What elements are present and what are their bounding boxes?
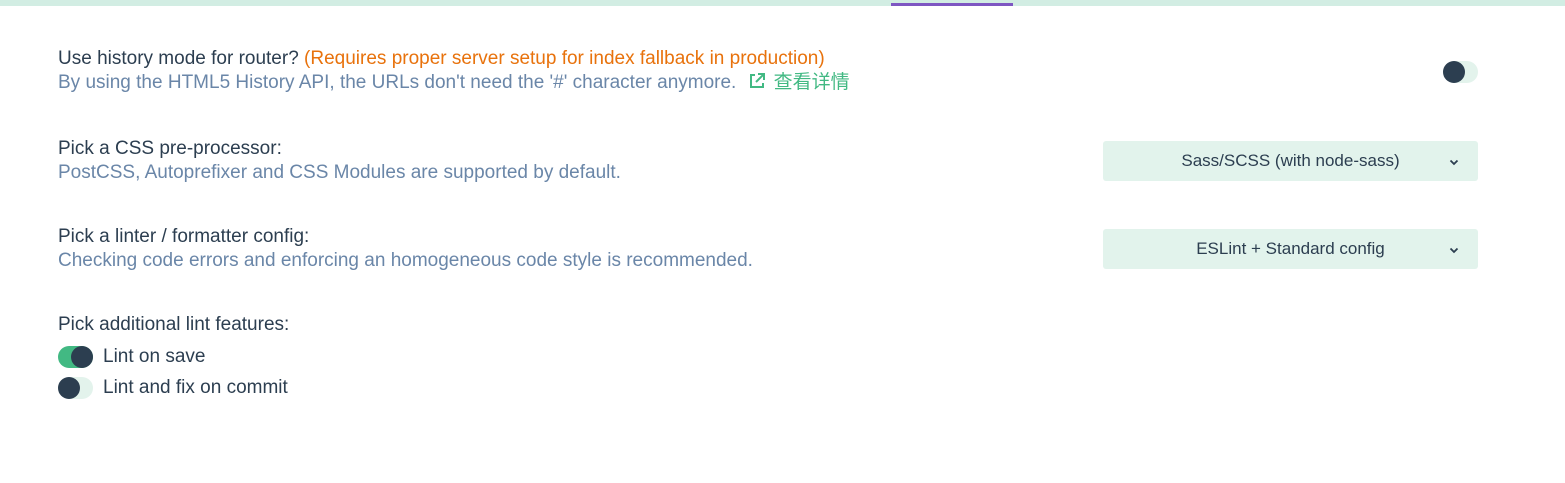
top-tab-bar xyxy=(0,0,1565,6)
lint-features-label: Pick additional lint features: xyxy=(58,314,290,335)
css-label: Pick a CSS pre-processor: xyxy=(58,138,282,159)
active-tab-indicator xyxy=(891,3,1013,6)
chevron-down-icon xyxy=(1448,243,1460,261)
feature-linter-info: Pick a linter / formatter config: Checki… xyxy=(58,225,753,273)
feature-history-description: By using the HTML5 History API, the URLs… xyxy=(58,71,850,97)
linter-label: Pick a linter / formatter config: xyxy=(58,226,310,247)
feature-lint-features: Pick additional lint features: Lint on s… xyxy=(58,313,1478,403)
linter-config-select[interactable]: ESLint + Standard config xyxy=(1103,229,1478,269)
feature-history-mode: Use history mode for router? (Requires p… xyxy=(58,47,1478,99)
history-label-text: Use history mode for router? xyxy=(58,48,299,69)
feature-history-info: Use history mode for router? (Requires p… xyxy=(58,47,850,97)
css-description: PostCSS, Autoprefixer and CSS Modules ar… xyxy=(58,162,621,183)
linter-description: Checking code errors and enforcing an ho… xyxy=(58,250,753,271)
lint-on-save-toggle[interactable] xyxy=(58,346,93,368)
toggle-knob xyxy=(58,377,80,399)
css-preprocessor-select[interactable]: Sass/SCSS (with node-sass) xyxy=(1103,141,1478,181)
feature-history-label: Use history mode for router? (Requires p… xyxy=(58,47,850,71)
external-link-icon xyxy=(748,72,766,97)
toggle-knob xyxy=(71,346,93,368)
lint-fix-on-commit-label: Lint and fix on commit xyxy=(103,377,288,398)
feature-linter-config: Pick a linter / formatter config: Checki… xyxy=(58,225,1478,275)
history-warning-text: (Requires proper server setup for index … xyxy=(304,48,825,69)
feature-css-info: Pick a CSS pre-processor: PostCSS, Autop… xyxy=(58,137,621,185)
more-info-label: 查看详情 xyxy=(773,72,850,93)
toggle-knob xyxy=(1443,61,1465,83)
lint-on-save-label: Lint on save xyxy=(103,346,206,367)
more-info-link[interactable]: 查看详情 xyxy=(748,72,850,93)
lint-fix-on-commit-toggle[interactable] xyxy=(58,377,93,399)
chevron-down-icon xyxy=(1448,155,1460,173)
feature-css-preprocessor: Pick a CSS pre-processor: PostCSS, Autop… xyxy=(58,137,1478,187)
history-mode-toggle[interactable] xyxy=(1443,61,1478,83)
linter-config-value: ESLint + Standard config xyxy=(1196,239,1385,258)
history-description-text: By using the HTML5 History API, the URLs… xyxy=(58,72,737,93)
css-preprocessor-value: Sass/SCSS (with node-sass) xyxy=(1181,151,1400,170)
